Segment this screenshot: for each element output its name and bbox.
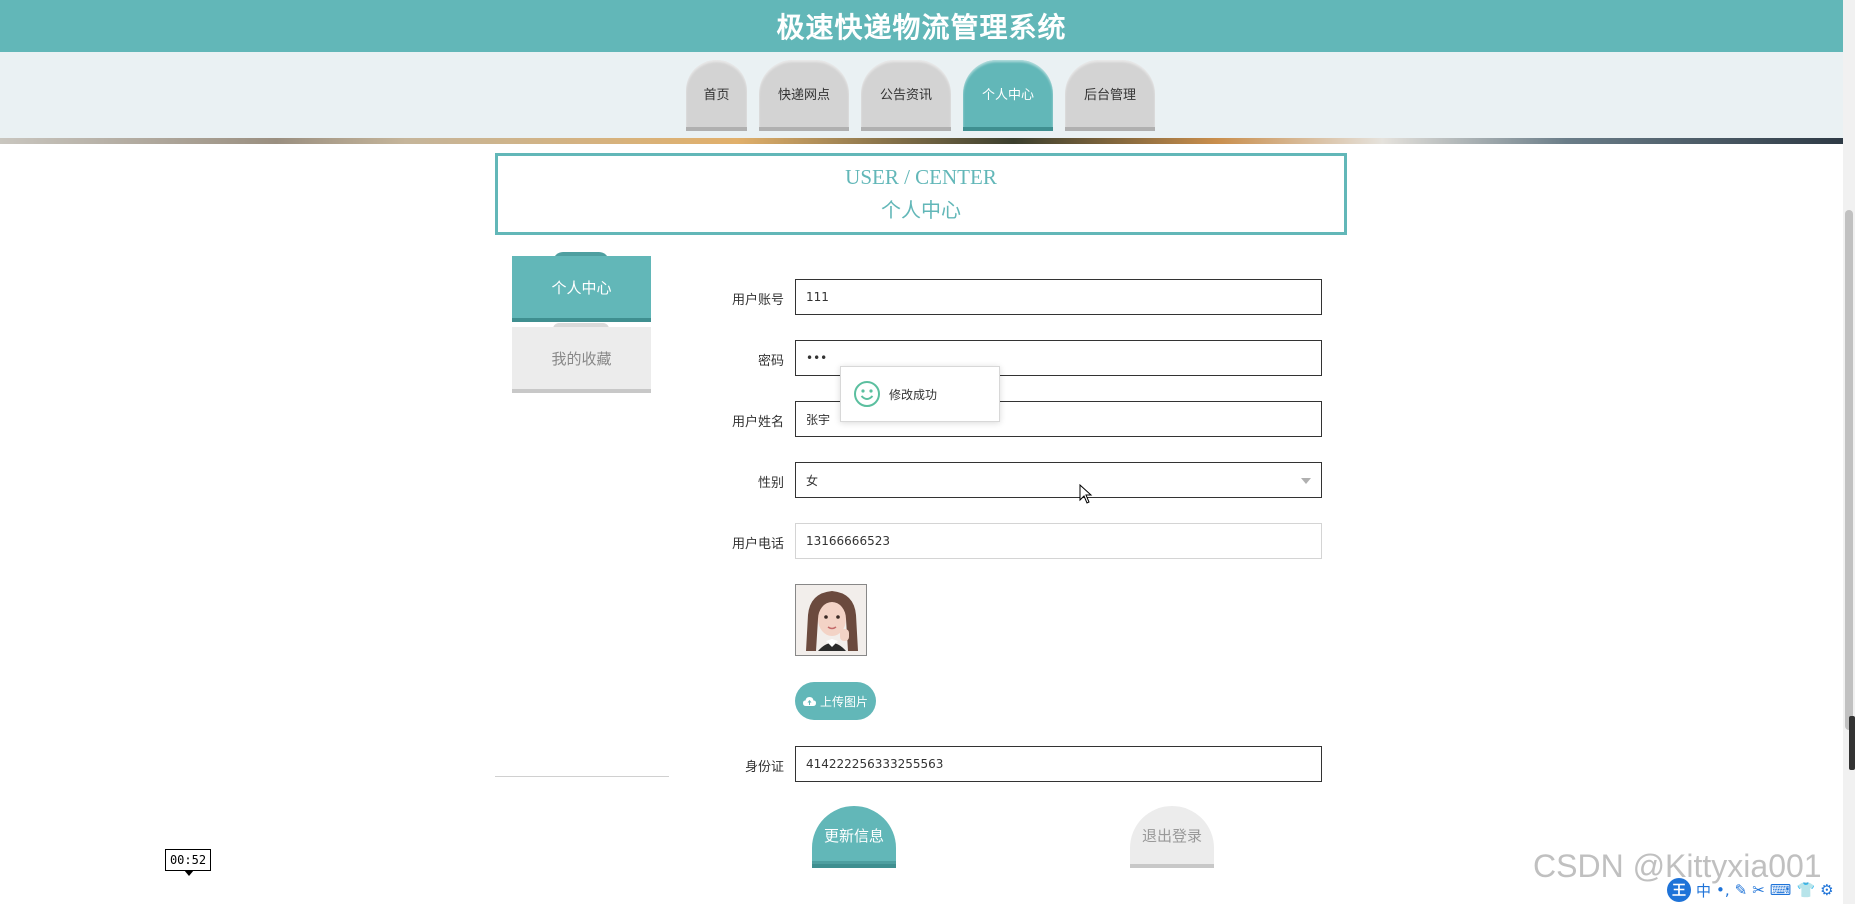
gender-select[interactable]: 女 [795,462,1322,498]
side-panel-handle[interactable] [1849,716,1855,770]
avatar [795,584,867,656]
nav-tab-announcements[interactable]: 公告资讯 [861,60,951,131]
account-label: 用户账号 [731,293,784,308]
section-title-en: USER / CENTER [845,165,997,189]
scrollbar-thumb[interactable] [1845,210,1853,730]
smile-icon [854,381,880,407]
password-label: 密码 [757,354,784,369]
update-info-button[interactable]: 更新信息 [812,806,896,868]
timer-pointer [184,870,194,876]
chevron-down-icon [1301,478,1311,484]
ime-language-icon[interactable]: 中 [1696,880,1711,901]
toast-message: 修改成功 [889,387,938,402]
nav-tab-home[interactable]: 首页 [686,60,747,131]
main-nav: 首页 快递网点 公告资讯 个人中心 后台管理 [686,60,1155,131]
background-image-strip [0,138,1843,144]
app-title: 极速快递物流管理系统 [776,11,1067,44]
logout-button[interactable]: 退出登录 [1130,806,1214,868]
app-title-bar: 极速快递物流管理系统 [0,0,1843,52]
ime-settings-icon[interactable]: ⚙ [1820,881,1833,899]
ime-logo-icon[interactable]: 王 [1667,878,1691,902]
nav-tab-personal-center[interactable]: 个人中心 [963,60,1053,131]
section-title-cn: 个人中心 [881,200,961,222]
sidebar-divider [495,776,669,777]
account-field[interactable]: 111 [795,279,1322,315]
name-label: 用户姓名 [731,415,784,430]
section-header: USER / CENTER 个人中心 [495,153,1347,235]
video-timer: 00:52 [165,849,211,871]
ime-skin-icon[interactable]: 👕 [1796,881,1815,899]
upload-image-button[interactable]: 上传图片 [795,682,876,720]
upload-image-label: 上传图片 [819,694,868,709]
mouse-cursor-icon [1079,484,1093,504]
sidebar-item-personal-center[interactable]: 个人中心 [512,256,651,322]
success-toast: 修改成功 [840,366,1000,422]
ime-punctuation-icon[interactable]: •, [1716,881,1730,899]
phone-field[interactable]: 13166666523 [795,523,1322,559]
id-card-label: 身份证 [744,760,784,775]
cloud-upload-icon [802,696,816,706]
gender-select-value: 女 [806,473,819,488]
sidebar-item-favorites[interactable]: 我的收藏 [512,327,651,393]
nav-tab-express-outlets[interactable]: 快递网点 [759,60,849,131]
nav-tab-admin[interactable]: 后台管理 [1065,60,1155,131]
ime-toolbar: 王 中 •, ✎ ✂ ⌨ 👕 ⚙ [1667,878,1834,902]
phone-label: 用户电话 [731,537,784,552]
gender-label: 性别 [757,476,784,491]
ime-keyboard-icon[interactable]: ⌨ [1770,881,1792,899]
avatar-photo [796,585,866,655]
ime-scissors-icon[interactable]: ✂ [1752,881,1765,899]
ime-handwriting-icon[interactable]: ✎ [1735,881,1748,899]
id-card-field[interactable]: 414222256333255563 [795,746,1322,782]
